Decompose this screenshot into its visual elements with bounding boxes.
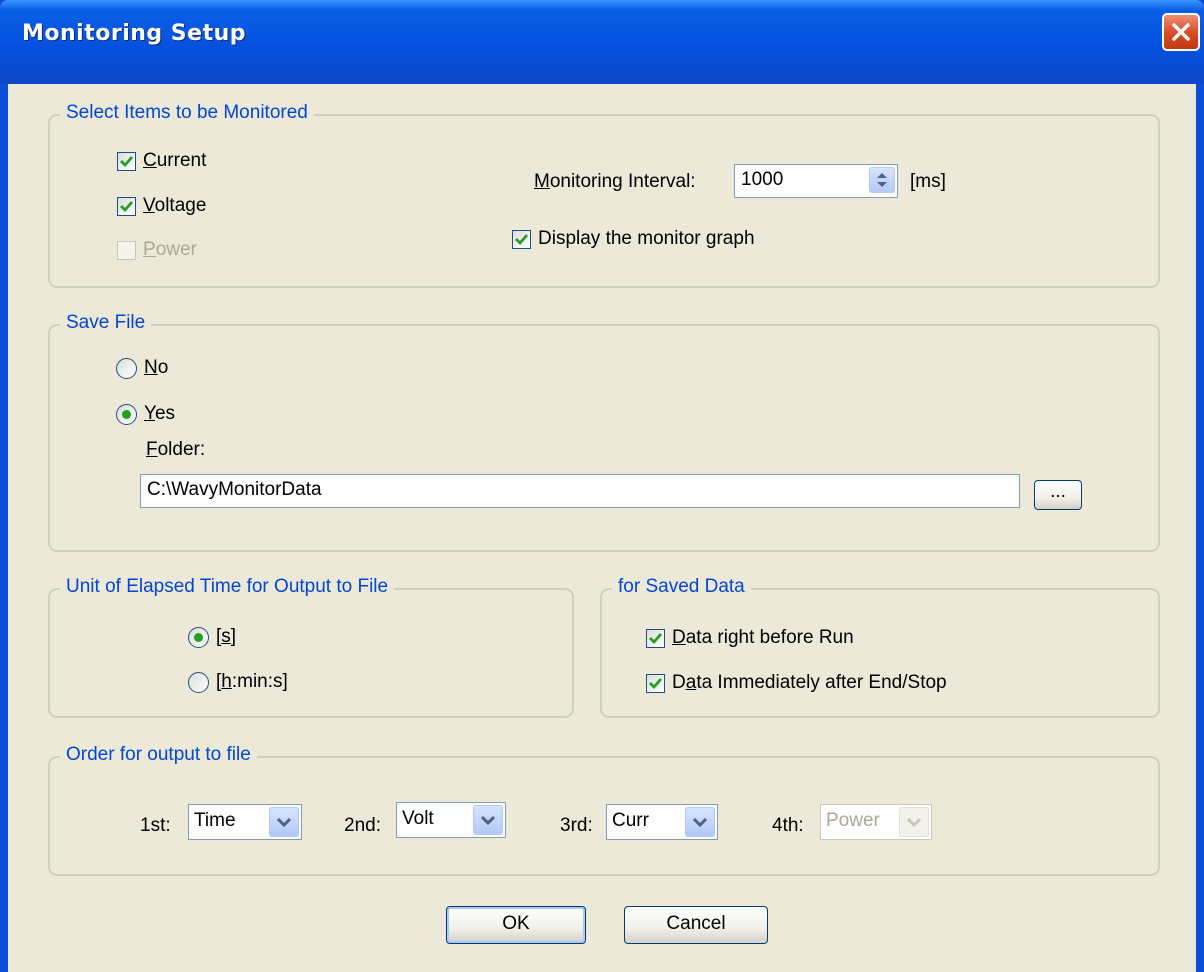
save-file-group: Save File [48,310,1160,552]
radio-selected-dot [122,410,131,419]
current-checkbox[interactable] [117,152,136,171]
dialog-window: Monitoring Setup Select Items to be Moni… [0,0,1204,972]
save-file-legend: Save File [60,310,152,336]
check-icon [120,201,134,213]
check-icon [120,156,134,168]
unit-seconds-radio[interactable] [188,627,209,648]
display-graph-checkbox[interactable] [512,230,531,249]
save-yes-radio[interactable] [116,404,137,425]
check-icon [515,234,529,246]
chevron-down-icon[interactable] [685,807,715,837]
monitor-items-legend: Select Items to be Monitored [60,100,314,126]
save-no-label[interactable]: No [144,356,168,380]
order-2nd-label: 2nd: [344,815,381,836]
order-4th-label: 4th: [772,815,804,836]
current-label[interactable]: Current [143,149,206,173]
ok-button[interactable]: OK [446,906,586,944]
monitor-items-group: Select Items to be Monitored [48,100,1160,288]
power-checkbox[interactable] [117,241,136,260]
unit-seconds-label[interactable]: [s] [216,625,236,649]
before-run-checkbox[interactable] [646,629,665,648]
order-1st-label: 1st: [140,815,171,836]
title-bar[interactable]: Monitoring Setup [0,0,1204,84]
close-icon [1172,23,1190,41]
window-title: Monitoring Setup [22,21,246,46]
interval-spinner[interactable] [869,167,895,193]
order-4th-select: Power [820,804,932,840]
interval-unit-label: [ms] [910,171,946,192]
check-icon [649,678,663,690]
power-label: Power [143,239,197,260]
after-end-checkbox[interactable] [646,674,665,693]
order-3rd-label: 3rd: [560,815,593,836]
folder-path-input[interactable]: C:\WavyMonitorData [140,474,1020,508]
save-yes-label[interactable]: Yes [144,402,175,426]
voltage-checkbox[interactable] [117,197,136,216]
browse-folder-button[interactable]: ... [1034,480,1082,510]
folder-label: Folder: [146,439,206,460]
before-run-label[interactable]: Data right before Run [672,626,854,650]
saved-data-legend: for Saved Data [612,574,751,600]
voltage-label[interactable]: Voltage [143,194,206,218]
after-end-label[interactable]: Data Immediately after End/Stop [672,671,947,695]
unit-hms-label[interactable]: [h:min:s] [216,670,288,694]
cancel-button[interactable]: Cancel [624,906,768,944]
monitoring-interval-input[interactable]: 1000 [734,164,898,198]
spin-arrows-icon [877,173,887,187]
display-graph-label[interactable]: Display the monitor graph [538,227,755,251]
chevron-down-icon[interactable] [269,807,299,837]
output-order-legend: Order for output to file [60,742,257,768]
save-no-radio[interactable] [116,358,137,379]
unit-hms-radio[interactable] [188,672,209,693]
elapsed-time-unit-group: Unit of Elapsed Time for Output to File [48,574,574,718]
order-1st-select[interactable]: Time [188,804,302,840]
monitoring-interval-label: Monitoring Interval: [534,171,696,192]
chevron-down-icon [899,807,929,837]
order-2nd-select[interactable]: Volt [396,802,506,838]
chevron-down-icon[interactable] [473,805,503,835]
radio-selected-dot [194,633,203,642]
order-3rd-select[interactable]: Curr [606,804,718,840]
saved-data-group: for Saved Data [600,574,1160,718]
close-button[interactable] [1162,13,1200,51]
elapsed-time-unit-legend: Unit of Elapsed Time for Output to File [60,574,395,600]
check-icon [649,633,663,645]
dialog-body: Select Items to be Monitored Current Vol… [8,84,1196,972]
